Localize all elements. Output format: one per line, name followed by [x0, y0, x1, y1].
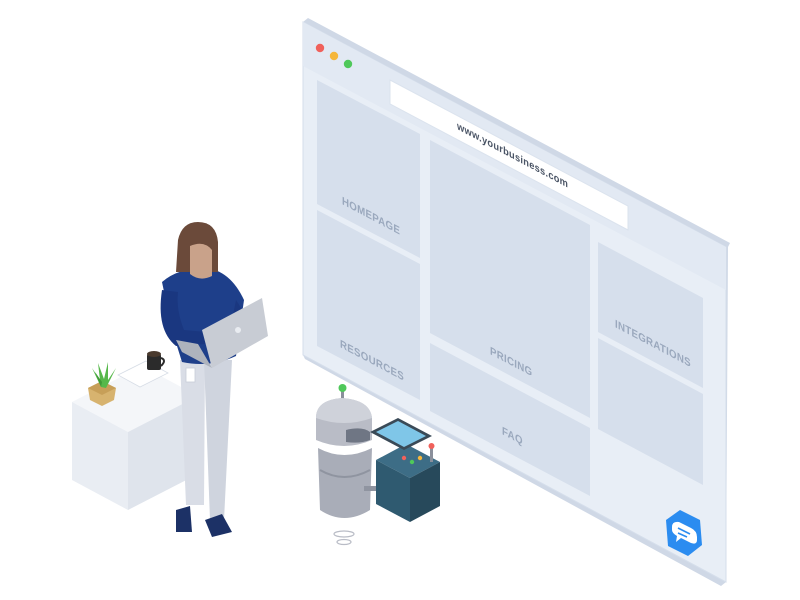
window-maximize-dot[interactable] [343, 59, 353, 69]
window-close-dot[interactable] [315, 43, 325, 53]
robot-antenna-light [338, 384, 347, 392]
coffee-mug [147, 351, 165, 370]
laptop-logo-icon [235, 327, 241, 333]
isometric-scene: www.yourbusiness.com HOMEPAGE RESOURCES … [72, 18, 730, 586]
id-badge [185, 367, 196, 383]
robot [316, 384, 382, 546]
woman-with-laptop [160, 222, 268, 537]
left-shoe [176, 506, 192, 532]
illustration-stage: www.yourbusiness.com HOMEPAGE RESOURCES … [0, 0, 800, 600]
counter [72, 360, 198, 510]
window-minimize-dot[interactable] [329, 51, 339, 61]
right-shoe [205, 514, 232, 537]
control-panel [370, 418, 440, 522]
